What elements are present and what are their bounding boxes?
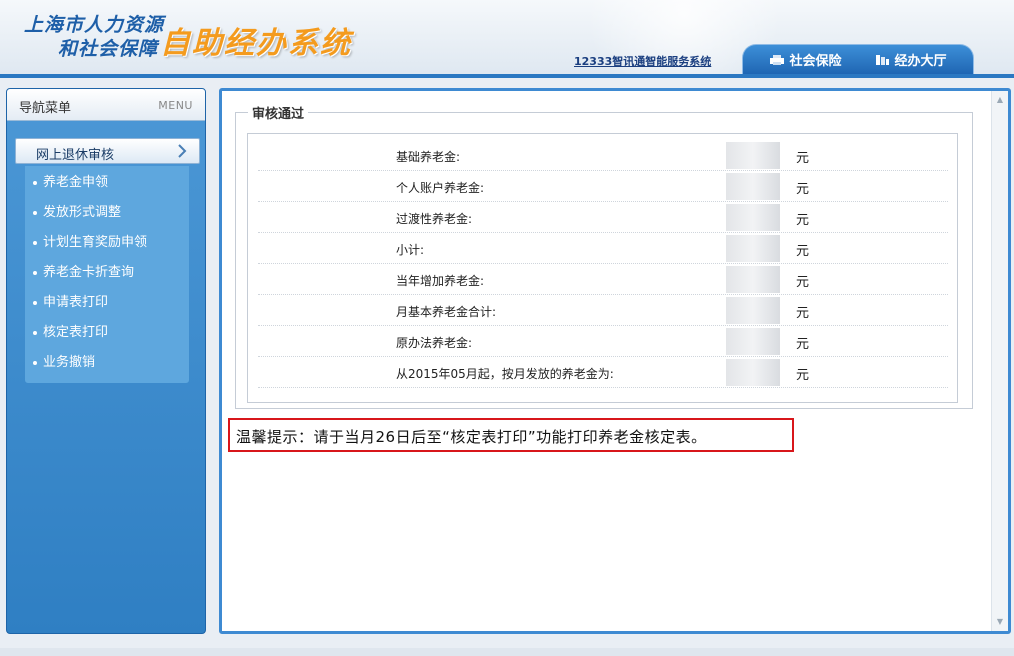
sidebar-item-pension-claim[interactable]: 养老金申领 <box>25 169 189 197</box>
sidebar-item-card-query[interactable]: 养老金卡折查询 <box>25 259 189 287</box>
bullet-icon <box>33 181 37 185</box>
row-unit: 元 <box>796 213 810 228</box>
redacted-value <box>726 328 780 355</box>
tab-social-insurance[interactable]: 社会保险 <box>769 50 842 69</box>
bullet-icon <box>33 301 37 305</box>
row-unit: 元 <box>796 368 810 383</box>
redacted-value <box>726 359 780 386</box>
sidebar-item-label: 核定表打印 <box>43 325 109 340</box>
logo-title: 自助经办系统 <box>160 26 352 61</box>
section-title: 审核通过 <box>248 103 309 122</box>
sidebar-menu-label: MENU <box>158 99 193 112</box>
service-system-link[interactable]: 12333智讯通智能服务系统 <box>574 53 711 69</box>
sidebar-item-approval-print[interactable]: 核定表打印 <box>25 319 189 347</box>
bullet-icon <box>33 361 37 365</box>
sidebar-active-label: 网上退休审核 <box>36 148 115 163</box>
header: 上海市人力资源 和社会保障 自助经办系统 12333智讯通智能服务系统 社会保险… <box>0 0 1014 74</box>
row-label: 小计: <box>396 243 425 257</box>
sidebar-submenu: 养老金申领 发放形式调整 计划生育奖励申领 养老金卡折查询 申请表打印 核定表打… <box>25 166 189 383</box>
sidebar-item-label: 业务撤销 <box>43 355 96 370</box>
bullet-icon <box>33 211 37 215</box>
redacted-value <box>726 266 780 293</box>
row-label: 过渡性养老金: <box>396 212 473 226</box>
table-row: 基础养老金: 元 <box>258 140 948 171</box>
row-label: 个人账户养老金: <box>396 181 485 195</box>
scroll-up-icon[interactable]: ▲ <box>994 94 1006 106</box>
row-unit: 元 <box>796 244 810 259</box>
sidebar-item-family-planning[interactable]: 计划生育奖励申领 <box>25 229 189 257</box>
row-label: 基础养老金: <box>396 150 461 164</box>
table-row: 从2015年05月起，按月发放的养老金为: 元 <box>258 357 948 388</box>
sidebar-item-label: 养老金申领 <box>43 175 109 190</box>
sidebar-item-payment-adjust[interactable]: 发放形式调整 <box>25 199 189 227</box>
row-label: 从2015年05月起，按月发放的养老金为: <box>396 367 614 381</box>
sidebar-item-label: 申请表打印 <box>43 295 109 310</box>
row-label: 月基本养老金合计: <box>396 305 497 319</box>
sidebar-title: 导航菜单 <box>19 101 72 116</box>
sidebar-item-label: 计划生育奖励申领 <box>43 235 148 250</box>
table-row: 原办法养老金: 元 <box>258 326 948 357</box>
scroll-down-icon[interactable]: ▼ <box>994 616 1006 628</box>
warm-tip-text: 温馨提示：请于当月26日后至“核定表打印”功能打印养老金核定表。 <box>236 428 707 446</box>
bullet-icon <box>33 271 37 275</box>
row-unit: 元 <box>796 151 810 166</box>
review-result-section: 审核通过 基础养老金: 元 个人账户养老金: 元 过渡性养老金: 元 小计: 元 <box>235 103 973 409</box>
bullet-icon <box>33 331 37 335</box>
table-row: 小计: 元 <box>258 233 948 264</box>
sidebar: 导航菜单 MENU 网上退休审核 养老金申领 发放形式调整 计划生育奖励申领 养… <box>6 88 206 634</box>
header-tabs: 社会保险 经办大厅 <box>742 44 974 74</box>
header-divider <box>0 74 1014 78</box>
row-label: 当年增加养老金: <box>396 274 485 288</box>
table-row: 过渡性养老金: 元 <box>258 202 948 233</box>
redacted-value <box>726 204 780 231</box>
pension-table: 基础养老金: 元 个人账户养老金: 元 过渡性养老金: 元 小计: 元 当年增加… <box>247 133 958 403</box>
building-icon <box>876 54 890 65</box>
printer-icon <box>770 54 785 65</box>
vertical-scrollbar[interactable]: ▲ ▼ <box>991 91 1008 631</box>
row-unit: 元 <box>796 275 810 290</box>
tab-label: 社会保险 <box>789 54 842 69</box>
table-row: 个人账户养老金: 元 <box>258 171 948 202</box>
footer-bar <box>0 648 1014 656</box>
sidebar-item-label: 发放形式调整 <box>43 205 122 220</box>
bullet-icon <box>33 241 37 245</box>
row-unit: 元 <box>796 337 810 352</box>
sidebar-item-label: 养老金卡折查询 <box>43 265 135 280</box>
redacted-value <box>726 142 780 169</box>
sidebar-item-application-print[interactable]: 申请表打印 <box>25 289 189 317</box>
tab-service-hall[interactable]: 经办大厅 <box>874 50 947 69</box>
logo-line1: 上海市人力资源 <box>24 14 165 36</box>
warm-tip-box: 温馨提示：请于当月26日后至“核定表打印”功能打印养老金核定表。 <box>228 418 794 452</box>
sidebar-item-cancel-business[interactable]: 业务撤销 <box>25 349 189 377</box>
redacted-value <box>726 297 780 324</box>
redacted-value <box>726 173 780 200</box>
redacted-value <box>726 235 780 262</box>
logo-line2: 和社会保障 <box>58 38 159 60</box>
table-row: 月基本养老金合计: 元 <box>258 295 948 326</box>
row-unit: 元 <box>796 306 810 321</box>
row-label: 原办法养老金: <box>396 336 473 350</box>
chevron-right-icon <box>178 144 187 158</box>
main-panel: 审核通过 基础养老金: 元 个人账户养老金: 元 过渡性养老金: 元 小计: 元 <box>219 88 1011 634</box>
row-unit: 元 <box>796 182 810 197</box>
table-row: 当年增加养老金: 元 <box>258 264 948 295</box>
sidebar-item-retirement-review[interactable]: 网上退休审核 <box>15 138 200 164</box>
tab-label: 经办大厅 <box>894 54 947 69</box>
sidebar-header: 导航菜单 MENU <box>7 89 205 121</box>
